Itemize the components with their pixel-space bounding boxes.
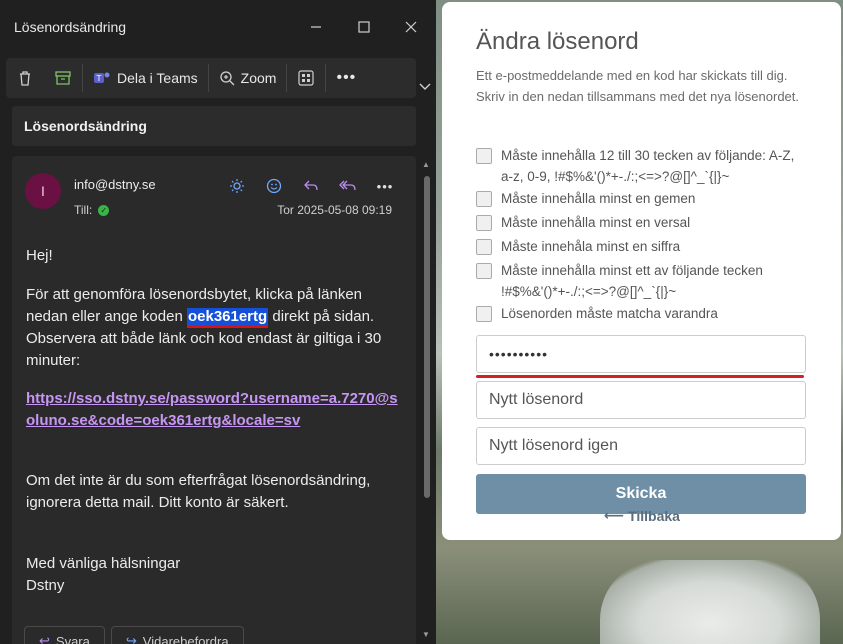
requirement-label: Måste innehålla 12 till 30 tecken av föl… <box>501 148 795 184</box>
apps-button[interactable] <box>287 58 325 98</box>
scroll-down-icon[interactable]: ▼ <box>422 630 430 639</box>
requirement-label: Måste innehåla minst en siffra <box>501 239 681 254</box>
requirement-checkbox <box>476 191 492 207</box>
zoom-icon <box>220 71 235 86</box>
body-paragraph-1: För att genomföra lösenordsbytet, klicka… <box>26 284 406 372</box>
back-label: Tillbaka <box>628 507 680 524</box>
annotation-underline <box>476 375 804 378</box>
greeting: Hej! <box>26 247 53 264</box>
code-field[interactable]: •••••••••• <box>476 335 806 373</box>
reset-password-link[interactable]: https://sso.dstny.se/password?username=a… <box>26 390 398 429</box>
requirement-item: Måste innehålla minst en versal <box>476 212 806 233</box>
forward-button[interactable]: ↪ Vidarebefordra <box>110 626 244 644</box>
sun-icon[interactable] <box>224 176 250 196</box>
avatar[interactable]: I <box>25 173 61 209</box>
signature: Dstny <box>26 577 65 594</box>
mail-window: Lösenordsändring T Dela i Teams Zoom •••… <box>0 0 436 644</box>
scroll-up-icon[interactable]: ▲ <box>422 160 430 169</box>
share-teams-button[interactable]: T Dela i Teams <box>83 58 208 98</box>
reply-actions: ↩ Svara ↪ Vidarebefordra <box>24 626 244 644</box>
window-title: Lösenordsändring <box>14 19 127 35</box>
teams-icon: T <box>94 72 110 83</box>
chevron-down-icon[interactable] <box>416 78 434 96</box>
requirement-label: Lösenorden måste matcha varandra <box>501 306 718 321</box>
new-password-again-field[interactable]: Nytt lösenord igen <box>476 427 806 465</box>
password-change-panel: Ändra lösenord Ett e-postmeddelande med … <box>442 2 841 540</box>
requirement-item: Lösenorden måste matcha varandra <box>476 303 806 324</box>
requirement-item: Måste innehålla minst ett av följande te… <box>476 260 806 302</box>
reply-icon: ↩ <box>39 633 50 644</box>
zoom-button[interactable]: Zoom <box>209 58 287 98</box>
forward-label: Vidarebefordra <box>142 633 229 644</box>
background-shoe <box>600 560 820 644</box>
page-title: Ändra lösenord <box>476 28 639 55</box>
trash-icon <box>20 71 30 86</box>
zoom-label: Zoom <box>240 70 277 86</box>
close-icon[interactable] <box>397 14 425 40</box>
requirement-checkbox <box>476 263 492 279</box>
more-icon[interactable]: ••• <box>372 176 398 196</box>
emoji-icon[interactable] <box>261 176 287 196</box>
reply-all-icon[interactable] <box>335 176 361 196</box>
requirement-checkbox <box>476 215 492 231</box>
sender-address[interactable]: info@dstny.se <box>74 177 156 192</box>
requirement-item: Måste innehålla 12 till 30 tecken av föl… <box>476 145 806 187</box>
reply-label: Svara <box>55 633 90 644</box>
message-card: I info@dstny.se Till: ✓ ••• Tor 2025-05-… <box>12 156 416 644</box>
requirement-label: Måste innehålla minst en gemen <box>501 191 696 206</box>
forward-icon: ↪ <box>125 633 137 644</box>
svg-text:T: T <box>96 74 102 83</box>
status-check-icon[interactable]: ✓ <box>98 204 110 216</box>
recipient-row: Till: ✓ <box>74 203 110 217</box>
maximize-icon[interactable] <box>350 14 378 40</box>
delete-button[interactable] <box>6 58 44 98</box>
apps-grid-icon <box>298 70 315 86</box>
reply-button[interactable]: ↩ Svara <box>24 626 105 644</box>
requirement-checkbox <box>476 239 492 255</box>
archive-button[interactable] <box>44 58 82 98</box>
requirement-label: Måste innehålla minst ett av följande te… <box>501 263 763 299</box>
minimize-icon[interactable] <box>302 14 330 40</box>
message-date: Tor 2025-05-08 09:19 <box>277 203 392 217</box>
arrow-left-icon: ⟵ <box>604 507 625 523</box>
reply-icon[interactable] <box>298 176 324 196</box>
requirement-checkbox <box>476 306 492 322</box>
message-actions: ••• <box>224 176 398 196</box>
requirement-item: Måste innehålla minst en gemen <box>476 188 806 209</box>
more-icon: ••• <box>336 69 357 86</box>
intro-text: Ett e-postmeddelande med en kod har skic… <box>476 68 800 104</box>
mail-toolbar: T Dela i Teams Zoom ••• <box>6 58 416 98</box>
to-label: Till: <box>74 203 93 217</box>
share-teams-label: Dela i Teams <box>117 70 198 86</box>
body-link-block: https://sso.dstny.se/password?username=a… <box>26 388 406 432</box>
closing: Med vänliga hälsningar <box>26 555 181 572</box>
archive-icon <box>55 71 71 85</box>
requirement-item: Måste innehåla minst en siffra <box>476 236 806 257</box>
body-paragraph-2: Om det inte är du som efterfrågat löseno… <box>26 472 371 511</box>
mail-subject: Lösenordsändring <box>24 118 147 134</box>
verification-code[interactable]: oek361ertg <box>186 308 269 328</box>
more-actions-button[interactable]: ••• <box>326 58 366 98</box>
subject-bar: Lösenordsändring <box>12 106 416 146</box>
requirement-checkbox <box>476 148 492 164</box>
new-password-field[interactable]: Nytt lösenord <box>476 381 806 419</box>
back-link[interactable]: ⟵ Tillbaka <box>604 507 680 524</box>
scrollbar-thumb[interactable] <box>424 176 430 498</box>
requirement-label: Måste innehålla minst en versal <box>501 215 691 230</box>
